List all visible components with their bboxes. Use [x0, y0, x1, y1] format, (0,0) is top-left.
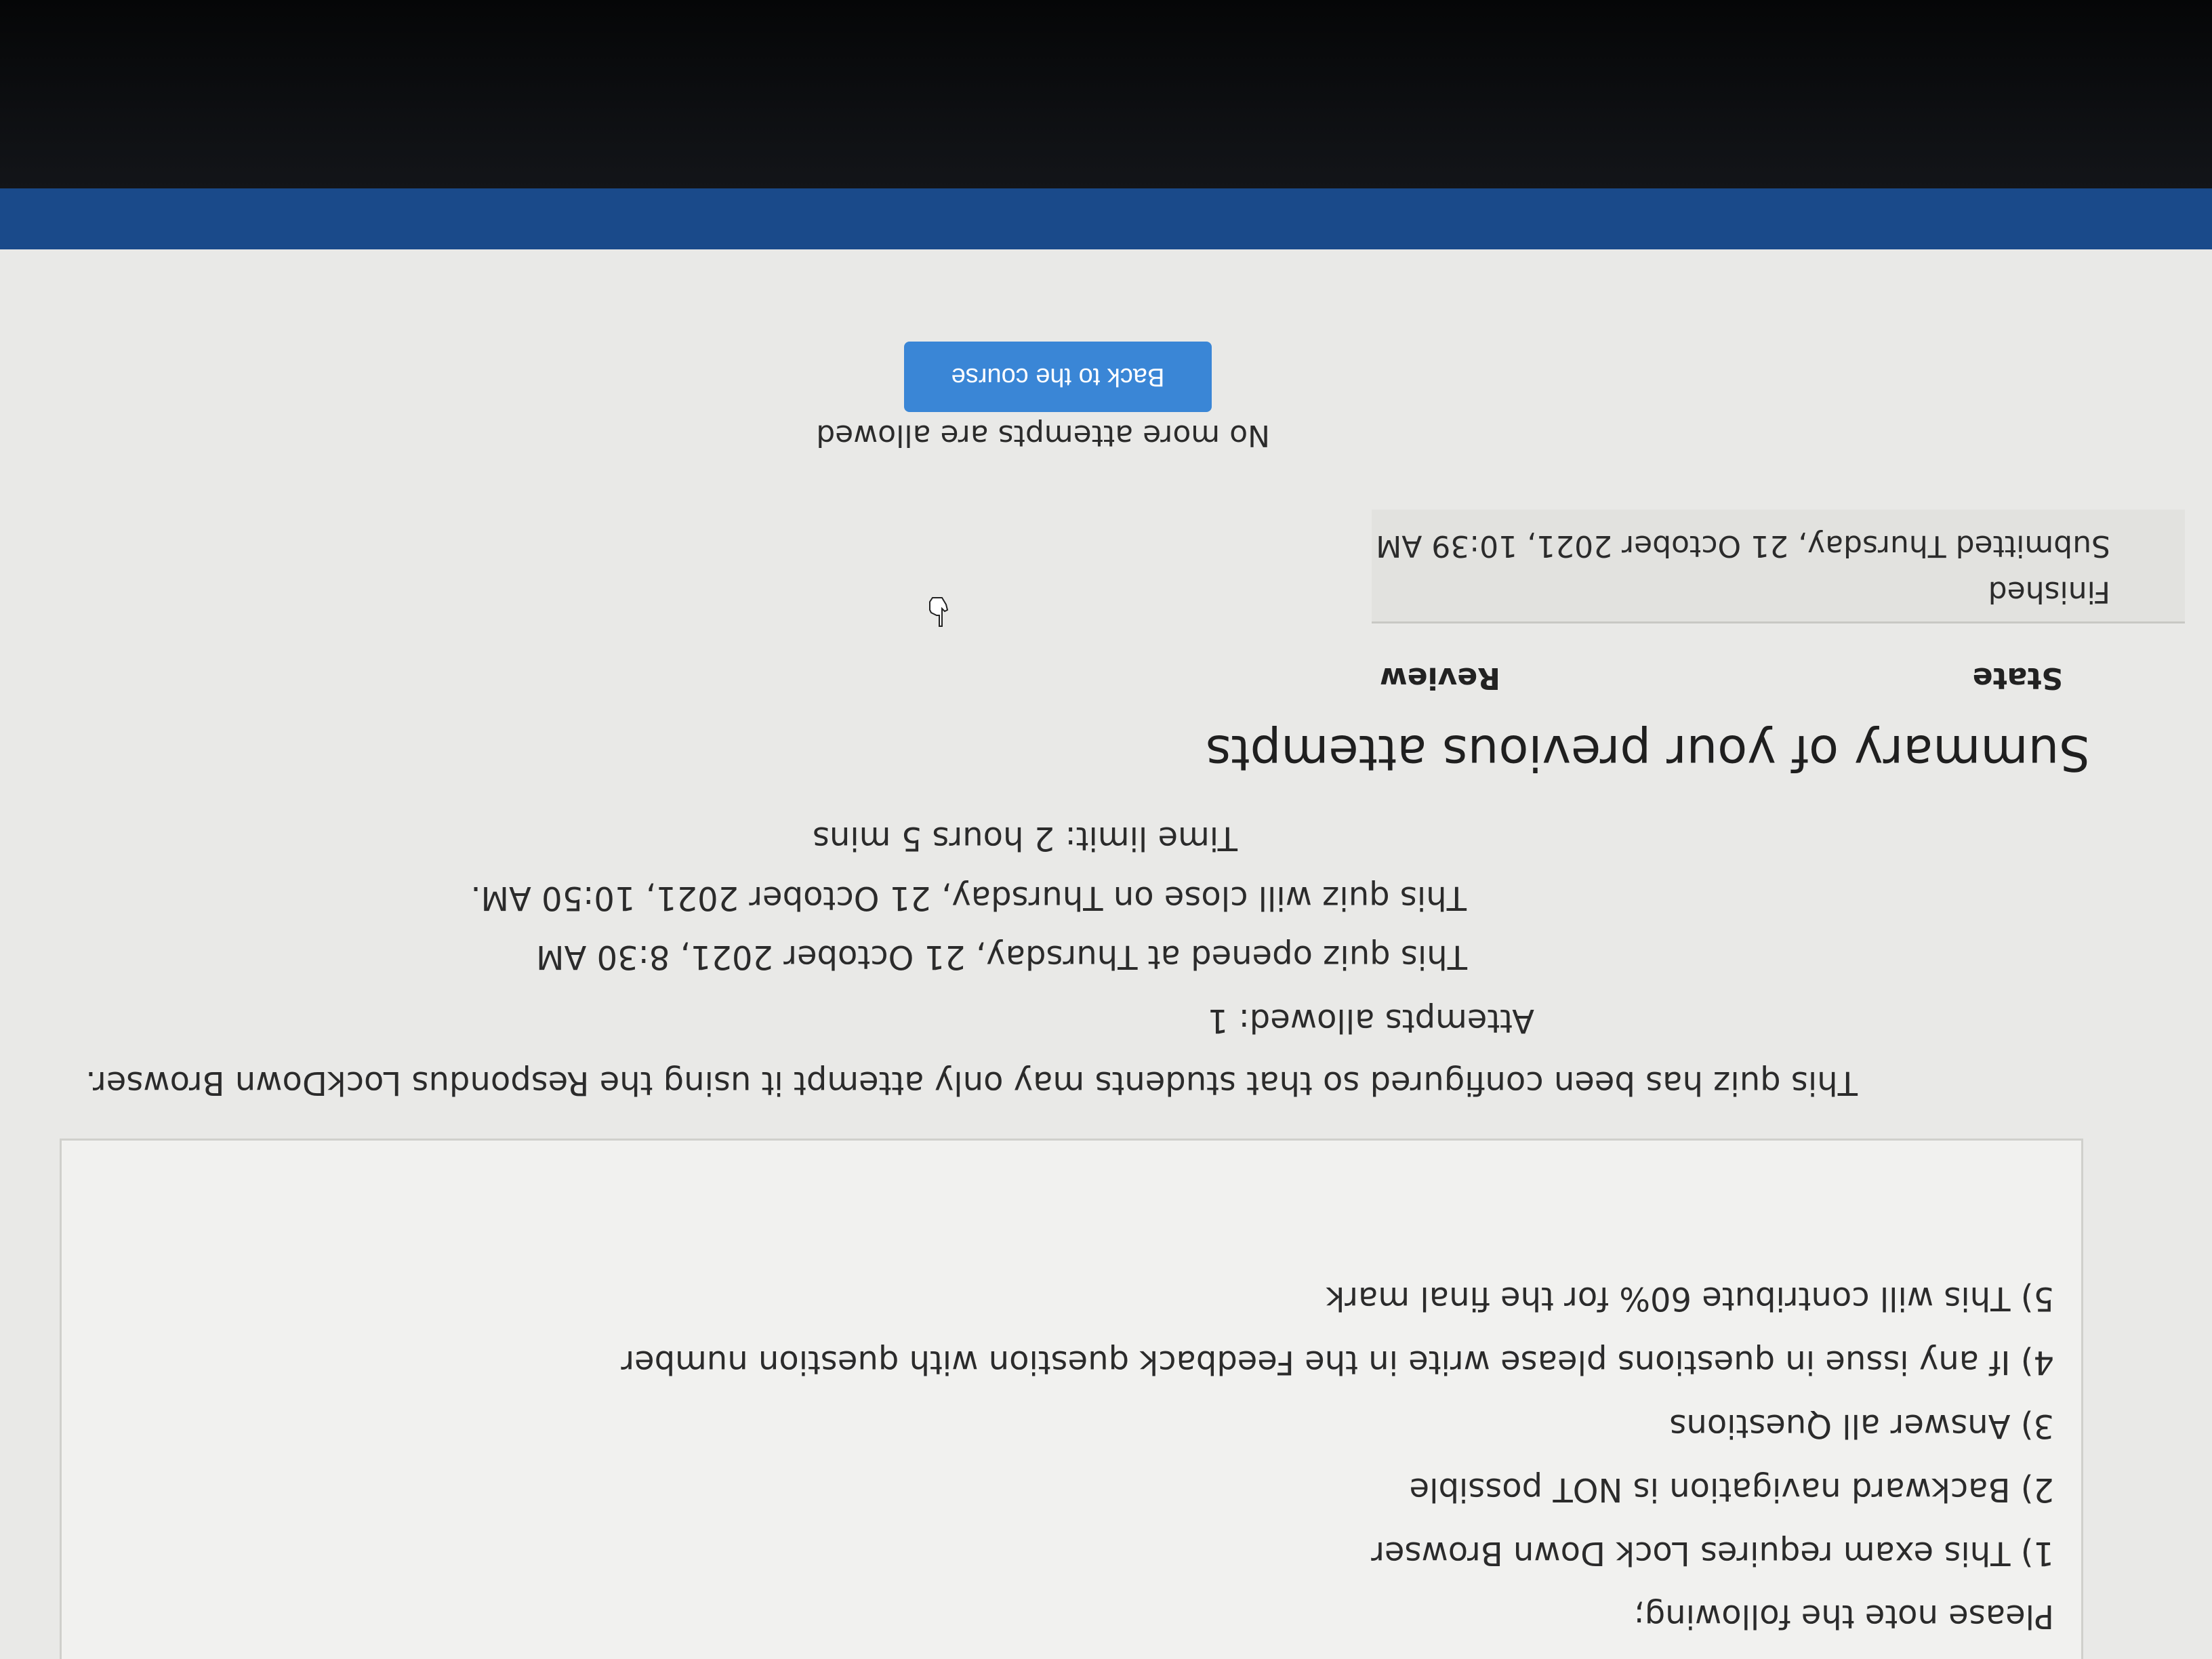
screen: Please note the following; 1) This exam …	[0, 0, 2212, 1659]
column-header-review: Review	[1380, 661, 1500, 695]
note-item: 5) This will contribute 60% for the fina…	[1326, 1279, 2054, 1317]
window-taskbar	[0, 188, 2212, 249]
attempt-submitted: Submitted Thursday, 21 October 2021, 10:…	[1376, 529, 2110, 563]
notes-box: Please note the following; 1) This exam …	[60, 1139, 2083, 1659]
quiz-opened: This quiz opened at Thursday, 21 October…	[536, 938, 1467, 976]
note-item: 3) Answer all Questions	[1669, 1407, 2054, 1445]
attempt-state: Finished	[1988, 575, 2110, 609]
note-item: 1) This exam requires Lock Down Browser	[1371, 1534, 2054, 1572]
quiz-page: Please note the following; 1) This exam …	[0, 249, 2212, 1659]
note-item: 2) Backward navigation is NOT possible	[1409, 1471, 2054, 1509]
table-row: Finished Submitted Thursday, 21 October …	[1372, 510, 2185, 623]
lockdown-notice: This quiz has been configured so that st…	[85, 1064, 1858, 1102]
monitor-bezel	[0, 0, 2212, 188]
no-more-attempts-text: No more attempts are allowed	[816, 418, 1270, 453]
column-header-state: State	[1972, 661, 2063, 695]
attempts-allowed: Attempts allowed: 1	[1207, 1002, 1534, 1040]
summary-heading: Summary of your previous attempts	[1205, 724, 2090, 781]
back-to-course-button[interactable]: Back to the course	[904, 342, 1212, 412]
hand-cursor-icon	[929, 597, 949, 627]
time-limit: Time limit: 2 hours 5 mins	[812, 819, 1237, 857]
note-item: 4) If any issue in questions please writ…	[621, 1343, 2054, 1381]
quiz-closes: This quiz will close on Thursday, 21 Oct…	[470, 879, 1467, 917]
notes-intro: Please note the following;	[1633, 1597, 2054, 1635]
